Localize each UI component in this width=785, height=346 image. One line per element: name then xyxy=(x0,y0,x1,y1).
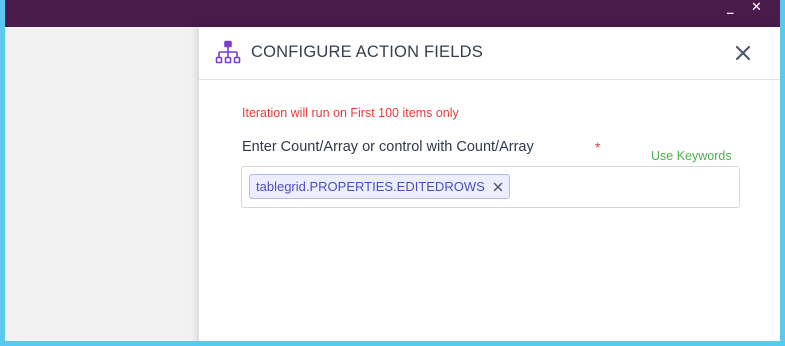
iteration-warning: Iteration will run on First 100 items on… xyxy=(242,106,459,120)
close-icon[interactable] xyxy=(732,42,754,64)
title-bar: _ ✕ xyxy=(5,0,780,27)
count-array-label: Enter Count/Array or control with Count/… xyxy=(242,139,534,155)
count-array-input[interactable]: tablegrid.PROPERTIES.EDITEDROWS xyxy=(241,166,740,208)
remove-tag-icon[interactable] xyxy=(493,182,503,192)
selected-tag[interactable]: tablegrid.PROPERTIES.EDITEDROWS xyxy=(249,174,510,199)
background-area xyxy=(5,27,199,341)
required-marker: * xyxy=(595,139,601,155)
hierarchy-icon xyxy=(215,40,241,64)
tag-label: tablegrid.PROPERTIES.EDITEDROWS xyxy=(256,179,485,194)
app-window: _ ✕ CONFIGURE ACTION FIELDS Iteration wi… xyxy=(5,0,780,341)
panel-header: CONFIGURE ACTION FIELDS xyxy=(199,27,780,80)
use-keywords-link[interactable]: Use Keywords xyxy=(651,149,732,163)
panel-title: CONFIGURE ACTION FIELDS xyxy=(251,43,483,61)
minimize-button[interactable]: _ xyxy=(727,1,734,15)
configure-panel: CONFIGURE ACTION FIELDS Iteration will r… xyxy=(199,27,780,341)
window-close-button[interactable]: ✕ xyxy=(751,1,762,15)
